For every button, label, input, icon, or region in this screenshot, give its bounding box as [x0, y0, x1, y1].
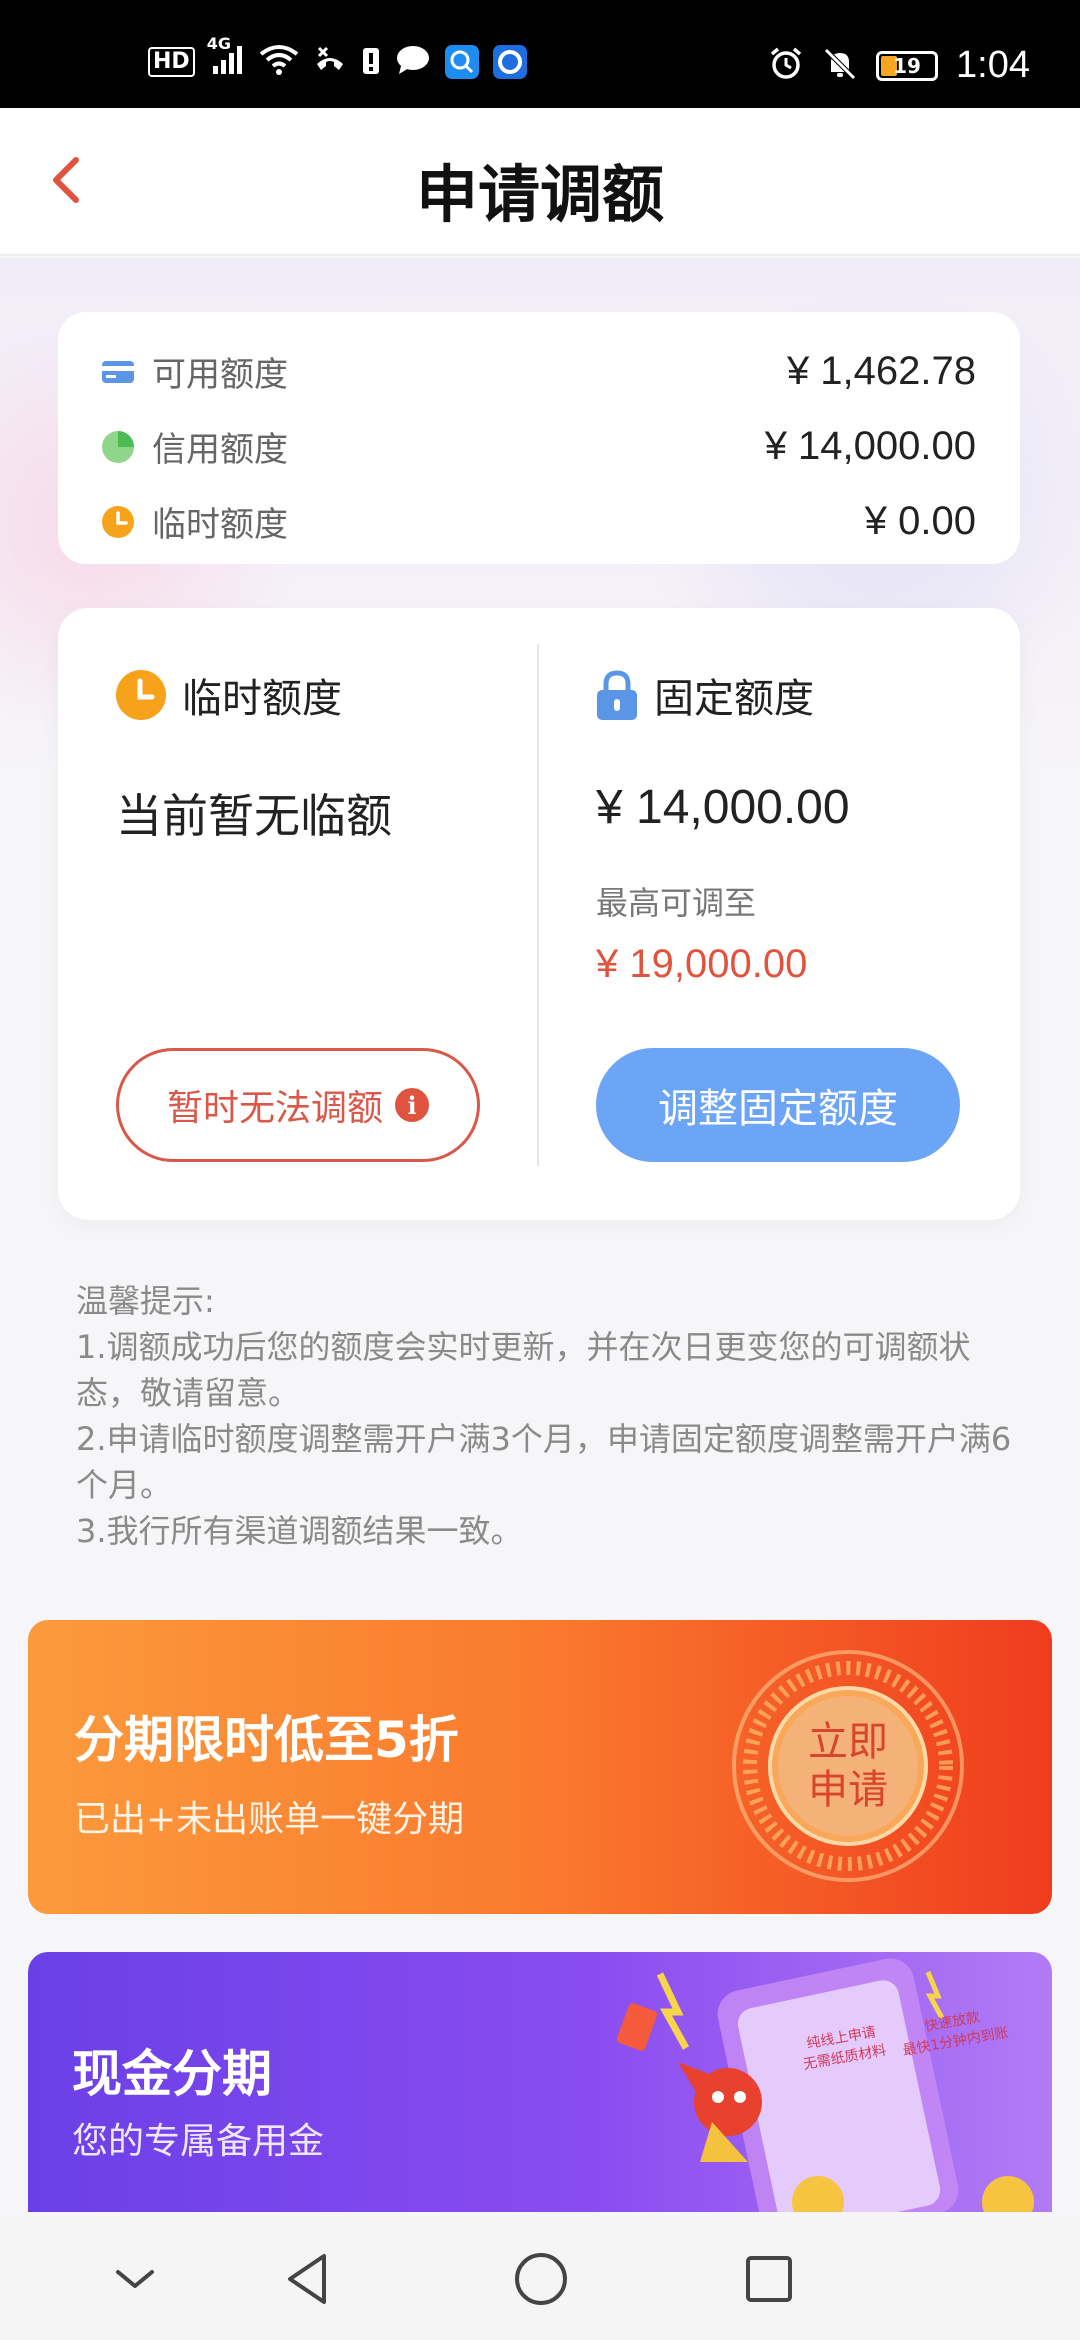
fixed-limit-title: 固定额度 — [594, 666, 814, 724]
limit-summary-card: 可用额度 ¥ 1,462.78 信用额度 ¥ 14,000.00 临时额度 ¥ … — [58, 312, 1020, 564]
circle-home-icon — [515, 2253, 567, 2305]
adjust-limit-card: 临时额度 当前暂无临额 暂时无法调额 i 固定额度 ¥ 14,000.00 最高… — [58, 608, 1020, 1220]
temp-limit-title: 临时额度 — [114, 666, 342, 724]
summary-label: 可用额度 — [152, 355, 288, 395]
nav-back-button[interactable] — [274, 2244, 344, 2314]
mute-icon — [822, 46, 858, 86]
summary-row-available: 可用额度 ¥ 1,462.78 — [100, 334, 976, 409]
tips-heading: 温馨提示: — [76, 1282, 215, 1320]
info-icon[interactable]: i — [395, 1088, 429, 1122]
lock-icon — [597, 670, 637, 720]
adjust-fixed-limit-button[interactable]: 调整固定额度 — [596, 1048, 960, 1162]
phone-mascot-illustration: 纯线上申请 无需纸质材料 快速放款 最快1分钟内到账 — [588, 1952, 1052, 2212]
cash-installment-banner[interactable]: 现金分期 您的专属备用金 纯线上申请 无需纸质材料 快速放款 最快1分钟内到账 — [28, 1952, 1052, 2212]
summary-row-temporary: 临时额度 ¥ 0.00 — [100, 484, 976, 559]
square-recents-icon — [746, 2256, 792, 2302]
summary-value: ¥ 1,462.78 — [786, 349, 976, 393]
summary-row-credit: 信用额度 ¥ 14,000.00 — [100, 409, 976, 484]
fixed-limit-title-text: 固定额度 — [654, 676, 814, 722]
app-header: 申请调额 — [0, 108, 1080, 256]
clock-icon — [102, 505, 134, 538]
tips-line: 3.我行所有渠道调额结果一致。 — [76, 1512, 523, 1550]
nav-recents-button[interactable] — [734, 2244, 804, 2314]
tips-section: 温馨提示: 1.调额成功后您的额度会实时更新，并在次日更变您的可调额状态，敬请留… — [76, 1278, 1016, 1554]
sim-alert-icon — [361, 44, 381, 80]
card-icon — [102, 360, 134, 383]
tips-line: 2.申请临时额度调整需开户满3个月，申请固定额度调整需开户满6个月。 — [76, 1420, 1012, 1504]
chevron-down-icon — [116, 2270, 154, 2288]
summary-value: ¥ 0.00 — [864, 499, 976, 543]
hd-indicator: HD — [148, 47, 195, 77]
summary-label: 临时额度 — [152, 505, 288, 545]
summary-label: 信用额度 — [152, 430, 288, 470]
alarm-icon — [768, 46, 804, 86]
temp-limit-title-text: 临时额度 — [182, 676, 342, 722]
installment-promo-banner[interactable]: 分期限时低至5折 已出+未出账单一键分期 立即 申请 — [28, 1620, 1052, 1914]
temp-limit-status: 当前暂无临额 — [116, 789, 392, 843]
system-nav-bar — [0, 2216, 1080, 2340]
cannot-adjust-label: 暂时无法调额 — [166, 1088, 383, 1129]
wifi-icon — [259, 44, 299, 80]
banner-subtitle: 您的专属备用金 — [72, 2121, 325, 2162]
status-bar: HD 4G 19 1:04 — [0, 0, 1080, 108]
max-adjust-label: 最高可调至 — [596, 884, 757, 922]
apply-now-badge[interactable]: 立即 申请 — [728, 1646, 968, 1886]
message-icon — [395, 44, 431, 80]
max-adjust-value: ¥ 19,000.00 — [596, 942, 808, 986]
clock-time: 1:04 — [956, 44, 1030, 86]
banner-title: 分期限时低至5折 — [74, 1711, 459, 1769]
cannot-adjust-button[interactable]: 暂时无法调额 i — [116, 1048, 480, 1162]
summary-value: ¥ 14,000.00 — [764, 424, 976, 468]
search-app-icon — [444, 45, 479, 79]
nav-home-button[interactable] — [506, 2244, 576, 2314]
triangle-back-icon — [288, 2254, 326, 2304]
pie-icon — [102, 430, 134, 463]
column-divider — [537, 644, 539, 1166]
badge-text: 立即 申请 — [808, 1719, 888, 1813]
banner-title: 现金分期 — [72, 2045, 272, 2103]
battery-icon: 19 — [876, 50, 939, 81]
bank-app-icon — [492, 45, 527, 79]
fixed-limit-value: ¥ 14,000.00 — [596, 781, 850, 834]
call-blocked-icon — [313, 44, 347, 80]
page-title: 申请调额 — [415, 158, 664, 231]
nav-hide-button[interactable] — [100, 2244, 170, 2314]
tips-line: 1.调额成功后您的额度会实时更新，并在次日更变您的可调额状态，敬请留意。 — [76, 1328, 971, 1412]
signal-icon: 4G — [207, 34, 245, 80]
banner-subtitle: 已出+未出账单一键分期 — [74, 1799, 465, 1840]
clock-icon — [116, 670, 166, 720]
